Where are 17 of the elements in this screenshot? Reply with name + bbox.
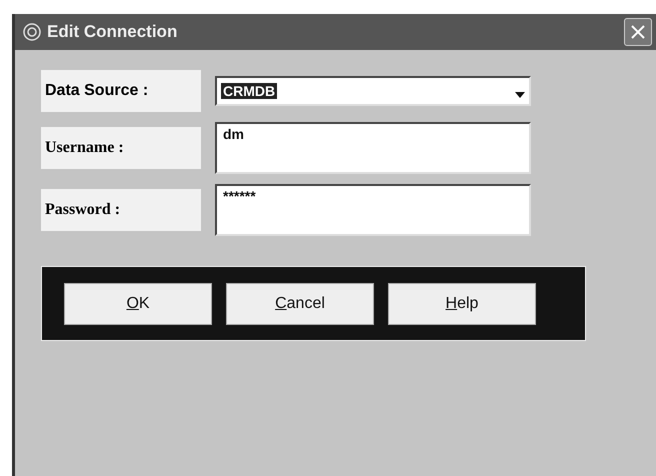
input-field[interactable]: ****** (215, 184, 531, 236)
window-title: Edit Connection (47, 22, 178, 42)
field-label: Data Source : (41, 70, 201, 112)
dialog-button[interactable]: OK (64, 282, 212, 324)
field-label: Username : (41, 127, 201, 169)
close-button[interactable] (624, 18, 652, 46)
field-value: CRMDB (221, 83, 278, 99)
dropdown-arrow-icon (515, 92, 525, 98)
field-value: dm (222, 126, 245, 142)
close-icon (629, 23, 647, 41)
dropdown-field[interactable]: CRMDB (215, 76, 531, 106)
field-label: Password : (41, 189, 201, 231)
app-icon (23, 23, 41, 41)
field-value: ****** (222, 188, 257, 204)
dialog-button[interactable]: Cancel (226, 282, 374, 324)
dialog-button[interactable]: Help (388, 282, 536, 324)
input-field[interactable]: dm (215, 122, 531, 174)
